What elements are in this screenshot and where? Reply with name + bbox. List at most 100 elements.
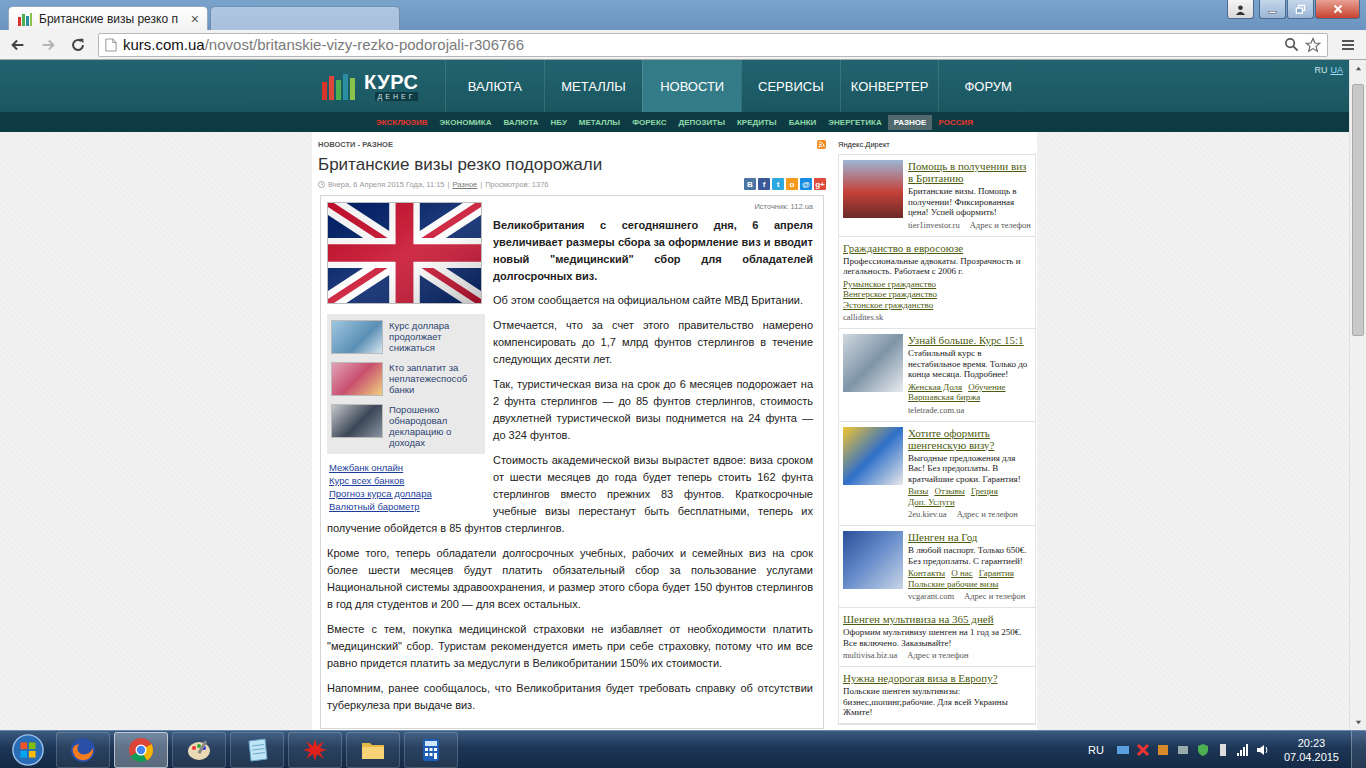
article-category[interactable]: Разное — [453, 180, 478, 189]
ad-link[interactable]: Отзывы — [934, 486, 964, 497]
maximize-button[interactable] — [1287, 0, 1314, 19]
network-tray-icon[interactable] — [1116, 743, 1130, 757]
ad-link[interactable]: Польские рабочие визы — [908, 579, 999, 590]
close-button[interactable] — [1315, 0, 1360, 19]
share-button[interactable]: @ — [800, 178, 812, 190]
taskbar-app[interactable] — [56, 732, 110, 768]
subnav-item[interactable]: МЕТАЛЛЫ — [573, 115, 626, 130]
back-button[interactable] — [4, 32, 32, 58]
ad-image[interactable] — [843, 427, 903, 485]
ad-image[interactable] — [843, 334, 903, 392]
minimize-button[interactable] — [1259, 0, 1286, 19]
related-item[interactable]: Кто заплатит за неплатежеспособ банки — [331, 362, 481, 396]
share-button[interactable]: f — [758, 178, 770, 190]
search-icon[interactable] — [1284, 37, 1299, 52]
nav-item[interactable]: КОНВЕРТЕР — [840, 60, 939, 112]
ad-link[interactable]: Женская Доля — [908, 382, 962, 393]
quick-link[interactable]: Межбанк онлайн — [329, 462, 485, 473]
ad-link[interactable]: О нас — [951, 568, 973, 579]
subnav-item[interactable]: ДЕПОЗИТЫ — [672, 115, 731, 130]
nav-item[interactable]: МЕТАЛЛЫ — [544, 60, 643, 112]
subnav-item[interactable]: ВАЛЮТА — [497, 115, 544, 130]
related-item[interactable]: Курс доллара продолжает снижаться — [331, 320, 481, 354]
shield-tray-icon[interactable] — [1196, 743, 1210, 757]
language-option[interactable]: UA — [1330, 65, 1343, 112]
browser-tab[interactable]: Британские визы резко п × — [8, 6, 208, 30]
rss-icon[interactable] — [817, 140, 826, 149]
subnav-item[interactable]: НБУ — [545, 115, 573, 130]
ad-image[interactable] — [843, 160, 903, 218]
breadcrumb[interactable]: НОВОСТИ - РАЗНОЕ — [318, 140, 393, 149]
nav-item[interactable]: СЕРВИСЫ — [741, 60, 840, 112]
subnav-item[interactable]: ЭНЕРГЕТИКА — [822, 115, 887, 130]
signal-tray-icon[interactable] — [1236, 743, 1250, 757]
forward-button[interactable] — [34, 32, 62, 58]
ad-image[interactable] — [843, 531, 903, 589]
subnav-item[interactable]: ЭКСКЛЮЗИВ — [370, 115, 434, 130]
nav-item[interactable]: НОВОСТИ — [642, 60, 741, 112]
share-button[interactable]: о — [786, 178, 798, 190]
browser-tab[interactable] — [210, 6, 400, 30]
subnav-item[interactable]: ЭКОНОМИКА — [434, 115, 498, 130]
box-tray-icon[interactable] — [1176, 743, 1190, 757]
quick-link[interactable]: Прогноз курса доллара — [329, 488, 485, 499]
clock[interactable]: 20:23 07.04.2015 — [1276, 736, 1345, 764]
app-tray-icon[interactable] — [1156, 743, 1170, 757]
subnav-item[interactable]: КРЕДИТЫ — [731, 115, 783, 130]
ad-link[interactable]: Эстонское гражданство — [843, 300, 933, 311]
site-logo[interactable]: КУРС ДЕНЕГ — [312, 60, 445, 112]
ad-contact[interactable]: Адрес и телефон — [970, 220, 1031, 231]
show-desktop-button[interactable] — [1351, 731, 1366, 768]
scroll-thumb[interactable] — [1352, 84, 1364, 336]
quick-link[interactable]: Валютный барометр — [329, 501, 485, 512]
ad-title[interactable]: Нужна недорогая виза в Европу? — [843, 672, 1031, 684]
taskbar-app[interactable] — [346, 732, 400, 768]
scroll-down-button[interactable] — [1350, 714, 1366, 730]
taskbar-app[interactable] — [288, 732, 342, 768]
ad-contact[interactable]: Адрес и телефон — [907, 650, 968, 661]
taskbar-app[interactable] — [172, 732, 226, 768]
device-tray-icon[interactable] — [1216, 743, 1230, 757]
ad-link[interactable]: Варшавская биржа — [908, 392, 980, 403]
nav-item[interactable]: ВАЛЮТА — [445, 60, 544, 112]
ad-link[interactable]: Контакты — [908, 568, 945, 579]
subnav-item[interactable]: РАЗНОЕ — [888, 115, 933, 130]
input-language[interactable]: RU — [1088, 744, 1104, 756]
share-button[interactable]: t — [772, 178, 784, 190]
volume-tray-icon[interactable] — [1256, 743, 1270, 757]
ad-title[interactable]: Хотите оформить шенгенскую визу? — [908, 427, 1031, 451]
ad-title[interactable]: Шенген мультивиза на 365 дней — [843, 613, 1031, 625]
taskbar-app[interactable] — [404, 732, 458, 768]
ad-link[interactable]: Греция — [971, 486, 998, 497]
taskbar-app[interactable] — [230, 732, 284, 768]
ad-title[interactable]: Гражданство в евросоюзе — [843, 242, 1031, 254]
share-button[interactable]: g+ — [814, 178, 826, 190]
share-button[interactable]: В — [744, 178, 756, 190]
subnav-item[interactable]: РОССИЯ — [932, 115, 979, 130]
ad-title[interactable]: Шенген на Год — [908, 531, 1031, 543]
ad-contact[interactable]: Адрес и телефон — [964, 591, 1025, 602]
scroll-up-button[interactable] — [1350, 60, 1366, 76]
subnav-item[interactable]: БАНКИ — [783, 115, 823, 130]
quick-link[interactable]: Курс всех банков — [329, 475, 485, 486]
ad-link[interactable]: Румынское гражданство — [843, 279, 936, 290]
related-item[interactable]: Порошенко обнародовал декларацию о доход… — [331, 404, 481, 448]
scrollbar[interactable] — [1349, 60, 1366, 730]
ad-link[interactable]: Гарантия — [979, 568, 1014, 579]
address-bar[interactable]: kurs.com.ua/novost/britanskie-vizy-rezko… — [98, 33, 1328, 57]
taskbar-app[interactable] — [114, 732, 168, 768]
ad-title[interactable]: Помощь в получении виз в Британию — [908, 160, 1031, 184]
menu-button[interactable] — [1334, 32, 1362, 58]
start-button[interactable] — [0, 733, 56, 767]
bookmark-star-icon[interactable] — [1305, 37, 1321, 53]
ad-link[interactable]: Визы — [908, 486, 928, 497]
antivirus-tray-icon[interactable] — [1136, 743, 1150, 757]
ad-link[interactable]: Венгерское гражданство — [843, 289, 937, 300]
nav-item[interactable]: ФОРУМ — [938, 60, 1037, 112]
ad-link[interactable]: Доп. Услуги — [908, 497, 955, 508]
tab-close-button[interactable]: × — [191, 11, 199, 27]
ad-title[interactable]: Узнай больше. Курс 15:1 — [908, 334, 1031, 346]
ad-contact[interactable]: Адрес и телефон — [957, 509, 1018, 520]
profile-button[interactable] — [1227, 0, 1254, 19]
ad-link[interactable]: Обучение — [968, 382, 1005, 393]
